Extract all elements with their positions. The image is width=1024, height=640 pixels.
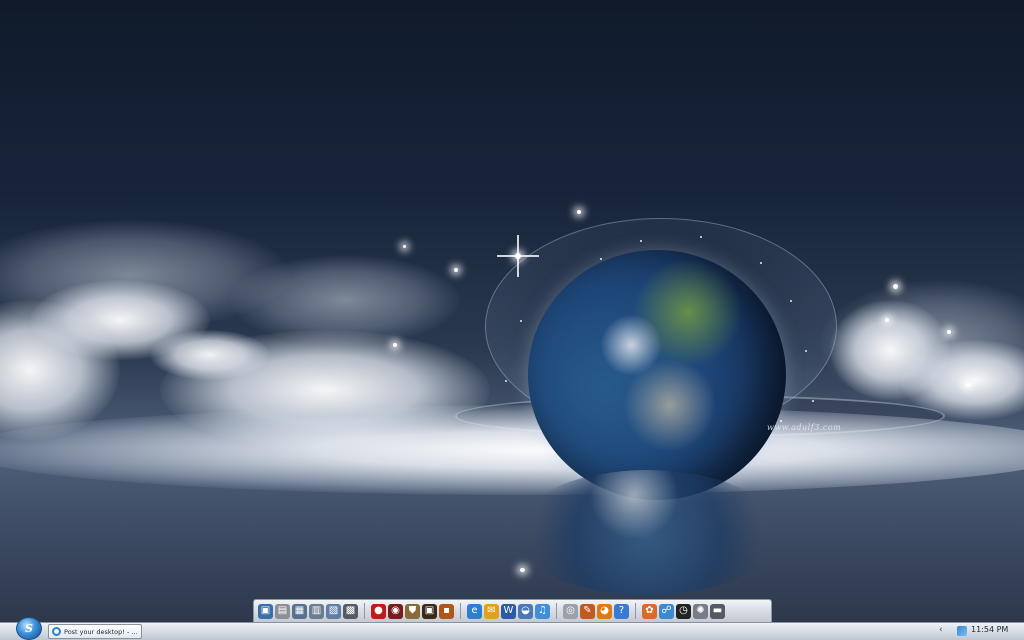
orange-box-icon[interactable]: ▪ — [439, 603, 454, 619]
cd-icon[interactable]: ◎ — [563, 603, 578, 619]
tray-expand-chevron-icon[interactable]: ‹ — [939, 625, 943, 635]
star-speck — [780, 420, 782, 422]
game-red-icon[interactable]: ● — [371, 603, 386, 619]
trash-icon[interactable]: ▬ — [710, 603, 725, 619]
sparkle-star — [403, 245, 406, 248]
star-speck — [790, 300, 792, 302]
pictures-icon[interactable]: ▧ — [326, 603, 341, 619]
star-speck — [520, 320, 522, 322]
video-icon[interactable]: ▩ — [343, 603, 358, 619]
application-dock: ▣ ▤ ▦ ▥ ▧ ▩ ● ◉ ⛊ ▣ ▪ e ✉ W ◒ ♫ ◎ ✎ ◕? ✿ ☍ ◷ ✺ ▬ — [253, 599, 772, 622]
word-icon[interactable]: W — [501, 603, 516, 619]
tools-icon[interactable]: ✎ — [580, 603, 595, 619]
game-disc-icon[interactable]: ◉ — [388, 603, 403, 619]
star-speck — [805, 350, 807, 352]
settings-icon[interactable]: ✺ — [693, 603, 708, 619]
browser-icon[interactable]: e — [467, 603, 482, 619]
system-clock[interactable]: 11:54 PM — [971, 625, 1008, 634]
sparkle-star — [393, 343, 397, 347]
mail-icon[interactable]: ✉ — [484, 603, 499, 619]
sparkle-star — [454, 268, 458, 272]
clock-icon[interactable]: ◷ — [676, 603, 691, 619]
star-speck — [760, 262, 762, 264]
help-icon[interactable]: ? — [614, 603, 629, 619]
network-icon[interactable]: ☍ — [659, 603, 674, 619]
computer-icon[interactable]: ▣ — [258, 603, 273, 619]
media-icon[interactable]: ◒ — [518, 603, 533, 619]
dock-separator — [364, 603, 365, 619]
sparkle-star — [885, 318, 889, 322]
sparkle-star — [577, 210, 581, 214]
network-tray-icon[interactable] — [957, 626, 967, 636]
earth-reflection-image — [515, 470, 780, 595]
music-icon[interactable]: ♫ — [535, 603, 550, 619]
light-haze — [0, 405, 1024, 495]
shield-icon[interactable]: ⛊ — [405, 603, 420, 619]
start-button[interactable]: S — [16, 617, 42, 640]
taskbar-window-button[interactable]: Post your desktop! - ... — [48, 624, 142, 639]
dock-separator — [460, 603, 461, 619]
sparkle-star — [893, 284, 898, 289]
wallpaper-watermark: www.adulf3.com — [767, 423, 842, 432]
documents-icon[interactable]: ▥ — [309, 603, 324, 619]
star-speck — [812, 400, 814, 402]
dock-separator — [556, 603, 557, 619]
desktop-wallpaper: www.adulf3.com — [0, 0, 1024, 622]
taskbar — [0, 622, 1024, 640]
earth-globe-image — [528, 250, 786, 500]
dock-separator — [635, 603, 636, 619]
star-speck — [505, 380, 507, 382]
sparkle-star — [947, 330, 951, 334]
sparkle-star — [965, 383, 971, 387]
browser-icon — [52, 627, 61, 636]
sparkle-star — [520, 568, 525, 572]
star-speck — [640, 240, 642, 242]
start-orb-icon: S — [25, 622, 33, 635]
folder-icon[interactable]: ▦ — [292, 603, 307, 619]
paint-icon[interactable]: ✿ — [642, 603, 657, 619]
star-speck — [700, 236, 702, 238]
taskbar-window-label: Post your desktop! - ... — [64, 627, 138, 636]
frame-icon[interactable]: ▣ — [422, 603, 437, 619]
sparkle-star — [497, 235, 539, 277]
drive-icon[interactable]: ▤ — [275, 603, 290, 619]
firefox-icon[interactable]: ◕ — [597, 603, 612, 619]
star-speck — [600, 258, 602, 260]
